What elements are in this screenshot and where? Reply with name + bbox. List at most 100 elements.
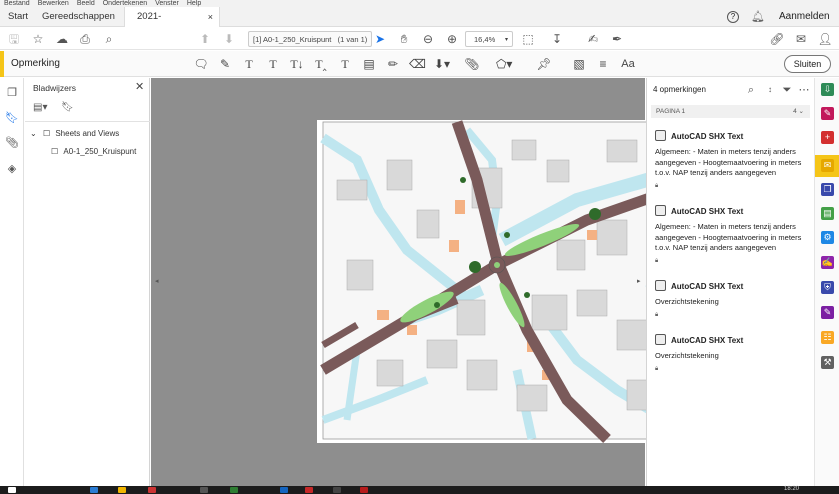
pin-icon[interactable]: 📌︎	[536, 51, 552, 77]
tree-item-kruispunt[interactable]: ☐ A0-1_250_Kruispunt	[51, 147, 136, 156]
link-icon[interactable]: 🔗︎	[769, 28, 785, 50]
comment-item[interactable]: AutoCAD SHX Text Overzichtstekening 🔒︎	[655, 334, 810, 373]
zoom-out-icon[interactable]: ⊖	[420, 28, 436, 50]
taskbar-app-icon[interactable]	[200, 487, 208, 493]
page-group-header[interactable]: PAGINA 1 4 ⌄	[651, 105, 810, 118]
replace-text-icon[interactable]: T↓	[289, 51, 305, 77]
page-number-field[interactable]: [1] A0-1_250_Kruispunt (1 van 1)	[248, 31, 373, 47]
organize-pages-icon[interactable]: ▤	[821, 207, 834, 220]
close-comment-button[interactable]: Sluiten	[784, 55, 831, 73]
comment-tool-icon[interactable]: ✉	[821, 159, 834, 172]
mail-icon[interactable]: ✉	[793, 28, 809, 50]
protect-icon[interactable]: ⛨	[821, 281, 834, 294]
taskbar-app-icon[interactable]	[305, 487, 313, 493]
taskbar-clock: 18:20	[784, 486, 800, 492]
zoom-in-icon[interactable]: ⊕	[444, 28, 460, 50]
collapse-left-icon[interactable]: ◂	[155, 277, 159, 285]
comment-item[interactable]: AutoCAD SHX Text Algemeen: - Maten in me…	[655, 205, 810, 265]
page-down-icon[interactable]: ⬇	[221, 28, 237, 50]
new-bookmark-icon[interactable]: 🔖︎	[61, 102, 74, 113]
fill-and-sign-icon[interactable]: ✍	[821, 256, 834, 269]
tree-item-sheets[interactable]: ⌄ ☐ Sheets and Views	[30, 129, 119, 138]
lock-icon: 🔒︎	[655, 365, 659, 372]
select-cursor-icon[interactable]: ➤	[372, 28, 388, 50]
share-user-icon[interactable]: 👤︎	[817, 28, 833, 50]
more-options-icon[interactable]: ⋯	[796, 83, 812, 97]
collapse-right-icon[interactable]: ▸	[637, 277, 641, 285]
tab-start[interactable]: Start	[8, 7, 28, 27]
filter-icon[interactable]: ⏷	[779, 83, 795, 97]
insert-text-icon[interactable]: T‸	[313, 51, 329, 77]
taskbar-app-icon[interactable]	[118, 487, 126, 493]
menu-bewerken[interactable]: Bewerken	[38, 0, 69, 7]
menu-bestand[interactable]: Bestand	[4, 0, 30, 7]
underline-text-icon[interactable]: T	[265, 51, 281, 77]
combine-files-icon[interactable]: ❐	[821, 183, 834, 196]
add-text-icon[interactable]: T	[337, 51, 353, 77]
comment-item[interactable]: AutoCAD SHX Text Overzichtstekening 🔒︎	[655, 280, 810, 319]
comments-count: 4 opmerkingen	[653, 85, 706, 94]
close-icon[interactable]: ✕	[135, 80, 144, 93]
document-viewer[interactable]: ◂ ▸	[151, 78, 777, 486]
line-weight-icon[interactable]: ≡	[595, 51, 611, 77]
hand-icon[interactable]: ✋︎	[396, 28, 412, 50]
create-pdf-icon[interactable]: +	[821, 131, 834, 144]
taskbar-app-icon[interactable]	[90, 487, 98, 493]
fill-color-icon[interactable]: ▧	[571, 51, 587, 77]
strikethrough-text-icon[interactable]: T	[241, 51, 257, 77]
menu-beeld[interactable]: Beeld	[77, 0, 95, 7]
signin-button[interactable]: Aanmelden	[779, 7, 830, 27]
sort-icon[interactable]: ↕	[762, 83, 778, 97]
save-icon[interactable]: 🖫︎	[6, 28, 22, 50]
certificate-icon[interactable]: ✎	[821, 306, 834, 319]
text-box-icon[interactable]: ▤	[361, 51, 377, 77]
more-tools-icon[interactable]: ⚒	[821, 356, 834, 369]
tab-tools[interactable]: Gereedschappen	[42, 7, 115, 27]
stamp-icon[interactable]: ⬇▾	[434, 51, 450, 77]
taskbar-app-icon[interactable]	[360, 487, 368, 493]
help-icon[interactable]: ?	[727, 7, 739, 27]
fit-page-icon[interactable]: ⬚	[520, 28, 536, 50]
pencil-icon[interactable]: ✏	[385, 51, 401, 77]
taskbar-app-icon[interactable]	[333, 487, 341, 493]
tab-document[interactable]: 2021-0019_PT_Reco... ×	[124, 7, 220, 42]
print-icon[interactable]: ⎙	[77, 28, 93, 50]
sticky-note-icon[interactable]: 🗨︎	[193, 51, 209, 77]
start-icon[interactable]	[8, 487, 16, 493]
layers-icon[interactable]: ◈	[4, 162, 20, 176]
menu-help[interactable]: Help	[187, 0, 201, 7]
comment-item[interactable]: AutoCAD SHX Text Algemeen: - Maten in me…	[655, 130, 810, 190]
edit-pdf-icon[interactable]: ✎	[821, 107, 834, 120]
search-icon[interactable]: ⌕	[743, 83, 759, 97]
highlight-icon[interactable]: ✎	[217, 51, 233, 77]
taskbar-app-icon[interactable]	[148, 487, 156, 493]
shapes-icon[interactable]: ⬠▾	[496, 51, 512, 77]
taskbar-app-icon[interactable]	[230, 487, 238, 493]
attachments-icon[interactable]: 📎︎	[4, 136, 20, 150]
chevron-down-icon[interactable]: ⌄	[30, 129, 37, 138]
text-properties-icon[interactable]: Aa	[620, 51, 636, 77]
bookmark-options-icon[interactable]: ▤▾	[33, 102, 47, 113]
comment-icon	[655, 205, 666, 216]
bell-icon[interactable]: 🔔︎	[751, 7, 765, 27]
menu-ondertekenen[interactable]: Ondertekenen	[103, 0, 147, 7]
scan-ocr-icon[interactable]: ⚙	[821, 231, 834, 244]
sign-icon[interactable]: ✍︎	[585, 28, 601, 50]
eraser-icon[interactable]: ⌫	[409, 51, 426, 77]
menu-venster[interactable]: Venster	[155, 0, 179, 7]
page-up-icon[interactable]: ⬆	[197, 28, 213, 50]
fill-sign-icon[interactable]: ✒	[609, 28, 625, 50]
star-icon[interactable]: ☆	[30, 28, 46, 50]
bookmark-icon[interactable]: 🔖︎	[4, 111, 20, 125]
send-for-review-icon[interactable]: ☷	[821, 331, 834, 344]
scroll-mode-icon[interactable]: ↧	[549, 28, 565, 50]
taskbar-app-icon[interactable]	[280, 487, 288, 493]
page-group-count: 4 ⌄	[793, 108, 804, 115]
cloud-upload-icon[interactable]: ☁	[54, 28, 70, 50]
tab-close-icon[interactable]: ×	[208, 7, 213, 27]
zoom-select[interactable]: 16,4% ▾	[465, 31, 513, 47]
search-icon[interactable]: ⌕	[101, 28, 117, 50]
export-pdf-icon[interactable]: ⇩	[821, 83, 834, 96]
chevron-down-icon: ▾	[504, 37, 508, 43]
pages-icon[interactable]: ❐	[4, 86, 20, 100]
